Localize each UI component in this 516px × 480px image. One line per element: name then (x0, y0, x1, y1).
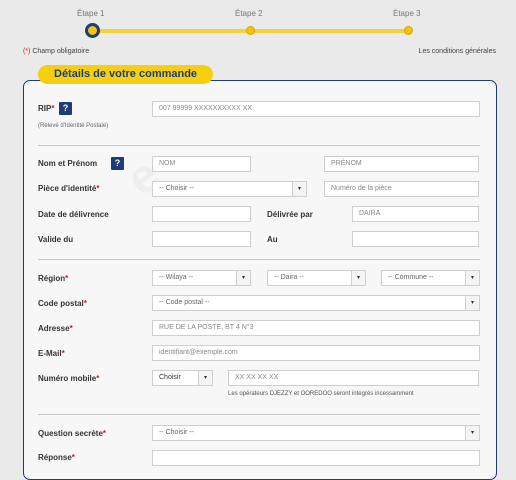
mobile-number-input[interactable]: XX XX XX XX (228, 370, 479, 386)
rip-sublabel: (Relevé d'Identité Postale) (38, 123, 109, 129)
region-label: Région* (38, 274, 69, 283)
chevron-down-icon: ▾ (236, 271, 250, 285)
chevron-down-icon: ▾ (465, 426, 479, 440)
step-connector-1 (92, 29, 250, 33)
delivree-par-label: Délivrée par (267, 210, 313, 219)
progress-stepper: Étape 1 Étape 2 Étape 3 (0, 0, 516, 45)
nom-input[interactable]: NOM (152, 156, 251, 172)
reponse-input[interactable] (152, 450, 480, 466)
valide-du-label: Valide du (38, 235, 74, 244)
step-1-label: Étape 1 (77, 9, 105, 18)
adresse-input[interactable]: RUE DE LA POSTE, BT 4 N°3 (152, 320, 480, 336)
date-delivrance-input[interactable] (152, 206, 251, 222)
piece-identite-label: Pièce d'identité* (38, 184, 100, 193)
step-2-dot[interactable] (246, 26, 255, 35)
rip-label: RIP* (38, 104, 55, 113)
commune-select[interactable]: -- Commune -- ▾ (381, 270, 480, 286)
daira-select[interactable]: -- Daira -- ▾ (267, 270, 366, 286)
au-input[interactable] (352, 231, 479, 247)
valide-du-input[interactable] (152, 231, 251, 247)
nom-prenom-label: Nom et Prénom (38, 159, 98, 168)
chevron-down-icon: ▾ (465, 296, 479, 310)
divider (38, 145, 480, 146)
mobile-label: Numéro mobile* (38, 374, 100, 383)
chevron-down-icon: ▾ (465, 271, 479, 285)
chevron-down-icon: ▾ (292, 182, 306, 196)
step-1-dot[interactable] (85, 23, 100, 38)
numero-piece-input[interactable]: Numéro de la pièce (324, 181, 479, 197)
adresse-label: Adresse* (38, 324, 73, 333)
au-label: Au (267, 235, 278, 244)
chevron-down-icon: ▾ (198, 371, 212, 385)
prenom-input[interactable]: PRÉNOM (324, 156, 479, 172)
rip-input[interactable]: 007 99999 XXXXXXXXXX XX (152, 101, 480, 117)
piece-identite-select[interactable]: -- Choisir -- ▾ (152, 181, 307, 197)
email-field[interactable]: identifiant@exemple.com (152, 345, 480, 361)
code-postal-select[interactable]: -- Code postal -- ▾ (152, 295, 480, 311)
required-field-note: (*) Champ obligatoire (23, 48, 89, 55)
date-delivrance-label: Date de délivrence (38, 210, 109, 219)
code-postal-label: Code postal* (38, 299, 87, 308)
step-3-label: Étape 3 (393, 9, 421, 18)
terms-link[interactable]: Les conditions générales (419, 48, 496, 55)
nom-prenom-help-icon[interactable]: ? (111, 157, 124, 170)
required-note-text: Champ obligatoire (30, 48, 90, 55)
mobile-prefix-select[interactable]: Choisir ▾ (152, 370, 213, 386)
divider (38, 259, 480, 260)
reponse-label: Réponse* (38, 453, 75, 462)
question-secrete-label: Question secrète* (38, 429, 107, 438)
rip-help-icon[interactable]: ? (59, 102, 72, 115)
panel-title: Détails de votre commande (38, 65, 214, 84)
question-secrete-select[interactable]: -- Choisir -- ▾ (152, 425, 480, 441)
chevron-down-icon: ▾ (351, 271, 365, 285)
email-label: E-Mail* (38, 349, 65, 358)
divider (38, 414, 480, 415)
delivree-par-input[interactable]: DAIRA (352, 206, 479, 222)
mobile-operators-note: Les opérateurs DJEZZY et OOREDOO seront … (228, 391, 414, 397)
step-2-label: Étape 2 (235, 9, 263, 18)
step-3-dot[interactable] (404, 26, 413, 35)
wilaya-select[interactable]: -- Wilaya -- ▾ (152, 270, 251, 286)
step-connector-2 (250, 29, 408, 33)
